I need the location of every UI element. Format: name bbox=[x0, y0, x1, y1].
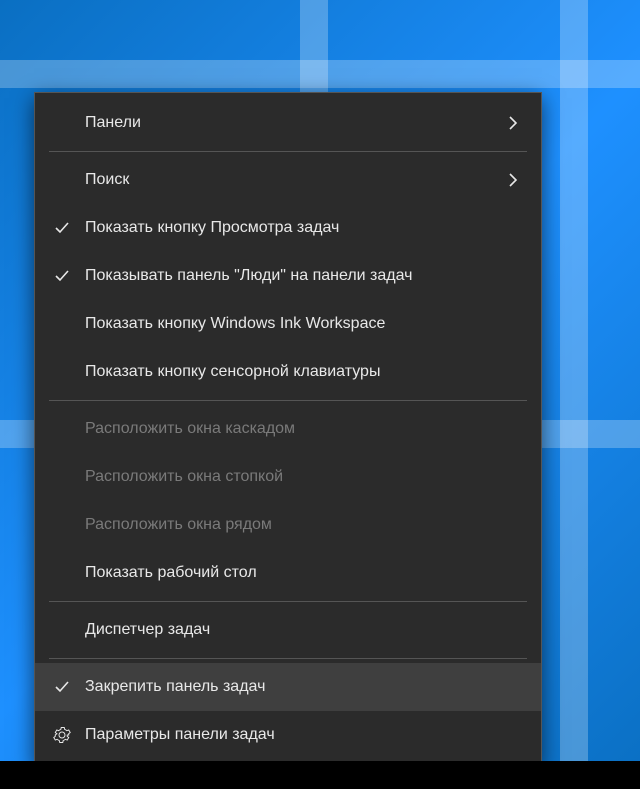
chevron-right-icon bbox=[503, 115, 523, 131]
menu-separator bbox=[49, 601, 527, 602]
menu-item-label: Показать кнопку Просмотра задач bbox=[75, 219, 523, 237]
menu-item-label: Расположить окна рядом bbox=[75, 516, 523, 534]
menu-item-show-desktop[interactable]: Показать рабочий стол bbox=[35, 549, 541, 597]
menu-item-show-touch-kb[interactable]: Показать кнопку сенсорной клавиатуры bbox=[35, 348, 541, 396]
check-icon bbox=[49, 268, 75, 284]
gear-icon bbox=[49, 726, 75, 744]
menu-item-lock-taskbar[interactable]: Закрепить панель задач bbox=[35, 663, 541, 711]
menu-item-stack: Расположить окна стопкой bbox=[35, 453, 541, 501]
menu-item-toolbars[interactable]: Панели bbox=[35, 99, 541, 147]
menu-item-label: Параметры панели задач bbox=[75, 726, 523, 744]
menu-item-label: Расположить окна стопкой bbox=[75, 468, 523, 486]
menu-item-label: Диспетчер задач bbox=[75, 621, 523, 639]
menu-item-label: Показать кнопку Windows Ink Workspace bbox=[75, 315, 523, 333]
menu-item-label: Панели bbox=[75, 114, 503, 132]
menu-item-side-by-side: Расположить окна рядом bbox=[35, 501, 541, 549]
check-icon bbox=[49, 220, 75, 236]
menu-item-label: Закрепить панель задач bbox=[75, 678, 523, 696]
menu-item-taskbar-settings[interactable]: Параметры панели задач bbox=[35, 711, 541, 759]
menu-item-search[interactable]: Поиск bbox=[35, 156, 541, 204]
menu-item-task-manager[interactable]: Диспетчер задач bbox=[35, 606, 541, 654]
taskbar-context-menu: Панели Поиск Показать кнопку Просмотра зад… bbox=[34, 92, 542, 766]
menu-item-label: Расположить окна каскадом bbox=[75, 420, 523, 438]
menu-separator bbox=[49, 400, 527, 401]
menu-item-show-task-view[interactable]: Показать кнопку Просмотра задач bbox=[35, 204, 541, 252]
chevron-right-icon bbox=[503, 172, 523, 188]
menu-item-label: Показать кнопку сенсорной клавиатуры bbox=[75, 363, 523, 381]
menu-item-label: Показывать панель "Люди" на панели задач bbox=[75, 267, 523, 285]
menu-item-label: Поиск bbox=[75, 171, 503, 189]
taskbar[interactable] bbox=[0, 761, 640, 789]
menu-item-label: Показать рабочий стол bbox=[75, 564, 523, 582]
menu-separator bbox=[49, 658, 527, 659]
menu-item-cascade: Расположить окна каскадом bbox=[35, 405, 541, 453]
menu-item-show-people[interactable]: Показывать панель "Люди" на панели задач bbox=[35, 252, 541, 300]
menu-item-show-ink[interactable]: Показать кнопку Windows Ink Workspace bbox=[35, 300, 541, 348]
check-icon bbox=[49, 679, 75, 695]
menu-separator bbox=[49, 151, 527, 152]
